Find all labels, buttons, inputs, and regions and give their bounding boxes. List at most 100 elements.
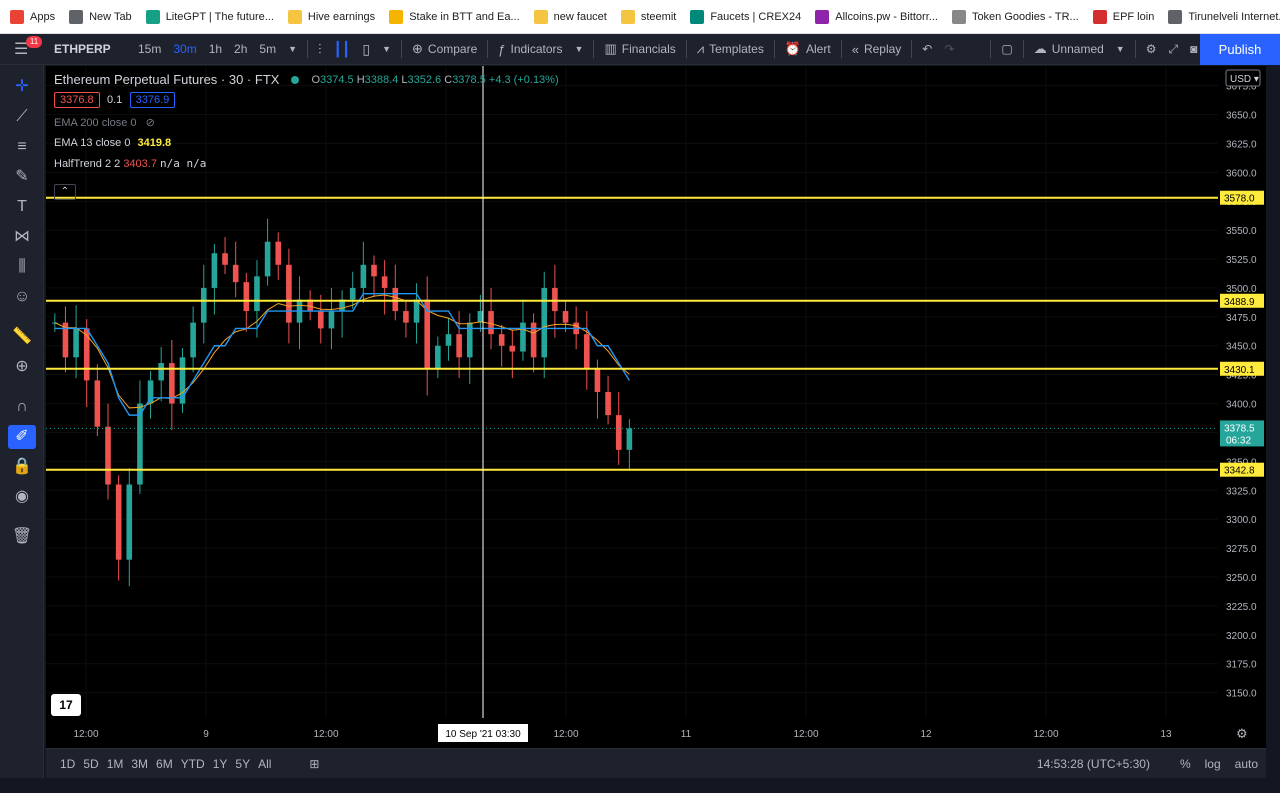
divider: [990, 40, 992, 58]
bookmark-item[interactable]: steemit: [620, 9, 676, 24]
interval-30m[interactable]: 30m: [167, 34, 202, 65]
replay-button[interactable]: « Replay: [846, 34, 908, 65]
alert-button[interactable]: ⏰ Alert: [779, 34, 837, 65]
indicator-ema200[interactable]: EMA 200 close 0 ⊘: [54, 116, 559, 129]
price-tick-label: 3475.0: [1226, 313, 1257, 324]
close-value: 3378.5: [452, 73, 486, 86]
chevron-down-icon[interactable]: ▼: [282, 34, 303, 65]
ema13-value: 3419.8: [137, 137, 172, 149]
gear-icon[interactable]: ⚙: [1140, 34, 1163, 65]
brush-icon[interactable]: ✎: [8, 165, 36, 189]
chart-type-icon[interactable]: ▯: [356, 34, 376, 65]
indicators-label: Indicators: [510, 42, 563, 56]
layout-square-icon[interactable]: ▢: [995, 34, 1018, 65]
interval-2h[interactable]: 2h: [228, 34, 253, 65]
chart-pane[interactable]: 3675.03650.03625.03600.03575.03550.03525…: [46, 66, 1266, 778]
templates-button[interactable]: ⩘ Templates: [691, 34, 770, 65]
interval-15m[interactable]: 15m: [132, 34, 167, 65]
range-button[interactable]: 6M: [156, 757, 173, 771]
horizontal-lines-icon[interactable]: ≡: [8, 135, 36, 159]
goto-date-icon[interactable]: ⊞: [309, 757, 319, 771]
time-tick-label: 12: [920, 729, 932, 740]
range-button[interactable]: YTD: [181, 757, 205, 771]
log-toggle[interactable]: log: [1205, 757, 1221, 771]
bookmark-item[interactable]: New Tab: [69, 9, 132, 24]
publish-button[interactable]: Publish: [1200, 34, 1280, 65]
bookmark-item[interactable]: new faucet: [533, 9, 607, 24]
pattern-icon[interactable]: ⋈: [8, 225, 36, 249]
bookmark-item[interactable]: Hive earnings: [287, 9, 375, 24]
time-tick-label: 12:00: [73, 729, 98, 740]
forecast-icon[interactable]: ⫼: [8, 255, 36, 279]
bookmark-item[interactable]: EPF loin: [1092, 9, 1154, 24]
cloud-icon: ☁: [1033, 41, 1047, 56]
divider: [773, 40, 775, 58]
collapse-legend-button[interactable]: ⌃: [54, 184, 76, 200]
clock-time[interactable]: 14:53:28 (UTC+5:30): [1037, 757, 1150, 771]
indicator-ema13[interactable]: EMA 13 close 0 3419.8: [54, 137, 559, 149]
candle-body: [105, 426, 111, 485]
stay-in-drawing-mode-icon[interactable]: ✐: [8, 425, 36, 449]
bookmark-item[interactable]: Apps: [10, 9, 56, 24]
indicators-button[interactable]: ƒ Indicators: [492, 34, 568, 65]
buy-button[interactable]: 3376.9: [129, 92, 176, 108]
range-button[interactable]: 5Y: [235, 757, 250, 771]
ruler-icon[interactable]: 📏: [8, 325, 36, 349]
crosshair-icon[interactable]: ✛: [8, 75, 36, 99]
bookmark-label: Apps: [30, 10, 56, 23]
candle-body: [445, 334, 452, 346]
trash-icon[interactable]: 🗑: [8, 525, 36, 549]
chevron-down-icon[interactable]: ▼: [376, 34, 397, 65]
templates-icon: ⩘: [696, 41, 705, 56]
range-button[interactable]: 1Y: [213, 757, 228, 771]
range-button[interactable]: 1M: [107, 757, 124, 771]
window-footer: [0, 778, 1280, 793]
chevron-down-icon[interactable]: ▼: [1110, 34, 1131, 65]
bookmark-item[interactable]: Allcoins.pw - Bittorr...: [815, 9, 938, 24]
interval-1h[interactable]: 1h: [203, 34, 228, 65]
tradingview-logo[interactable]: 17: [51, 694, 81, 716]
axis-settings-gear-icon[interactable]: ⚙: [1236, 727, 1248, 742]
eye-icon[interactable]: ◉: [8, 485, 36, 509]
level-price-label: 3342.8: [1224, 466, 1255, 477]
financials-button[interactable]: ▥ Financials: [598, 34, 681, 65]
fullscreen-icon[interactable]: ⤢: [1162, 34, 1184, 65]
price-tick-label: 3250.0: [1226, 573, 1257, 584]
candles-icon[interactable]: ┃┃: [328, 34, 357, 65]
layout-name-button[interactable]: ☁ Unnamed: [1028, 34, 1110, 65]
bookmark-item[interactable]: Tirunelveli Internet...: [1168, 9, 1280, 24]
bar-style-icon[interactable]: ⫶: [312, 34, 328, 65]
bookmark-item[interactable]: Stake in BTT and Ea...: [389, 9, 520, 24]
apps-grid-icon: [10, 9, 24, 24]
eye-hidden-icon[interactable]: ⊘: [146, 117, 155, 129]
zoom-icon[interactable]: ⊕: [8, 355, 36, 379]
indicator-halftrend[interactable]: HalfTrend 2 2 3403.7 n/a n/a: [54, 157, 559, 170]
range-button[interactable]: 5D: [83, 757, 98, 771]
bookmark-item[interactable]: Token Goodies - TR...: [951, 9, 1079, 24]
allcoins-icon: [815, 9, 830, 24]
range-button[interactable]: 1D: [60, 757, 75, 771]
folder-icon: [287, 9, 302, 24]
sell-button[interactable]: 3376.8: [54, 92, 100, 108]
compare-button[interactable]: ⊕ Compare: [406, 34, 483, 65]
bookmark-item[interactable]: Faucets | CREX24: [690, 9, 801, 24]
auto-toggle[interactable]: auto: [1235, 757, 1258, 771]
undo-icon[interactable]: ↶: [916, 34, 938, 65]
price-tick-label: 3150.0: [1226, 689, 1257, 700]
candle-body: [211, 253, 218, 288]
percent-toggle[interactable]: %: [1180, 757, 1191, 771]
magnet-icon[interactable]: ∩: [8, 395, 36, 419]
interval-5m[interactable]: 5m: [253, 34, 282, 65]
time-axis[interactable]: [46, 718, 1266, 748]
emoji-icon[interactable]: ☺: [8, 285, 36, 309]
trend-line-icon[interactable]: ⟋: [8, 105, 36, 129]
range-button[interactable]: All: [258, 757, 271, 771]
bookmark-item[interactable]: LiteGPT | The future...: [145, 9, 274, 24]
redo-icon[interactable]: ↷: [938, 34, 960, 65]
text-icon[interactable]: T: [8, 195, 36, 219]
chevron-down-icon[interactable]: ▼: [569, 34, 590, 65]
divider: [1134, 40, 1136, 58]
range-button[interactable]: 3M: [131, 757, 148, 771]
candle-body: [328, 311, 335, 329]
lock-icon[interactable]: 🔒: [8, 455, 36, 479]
